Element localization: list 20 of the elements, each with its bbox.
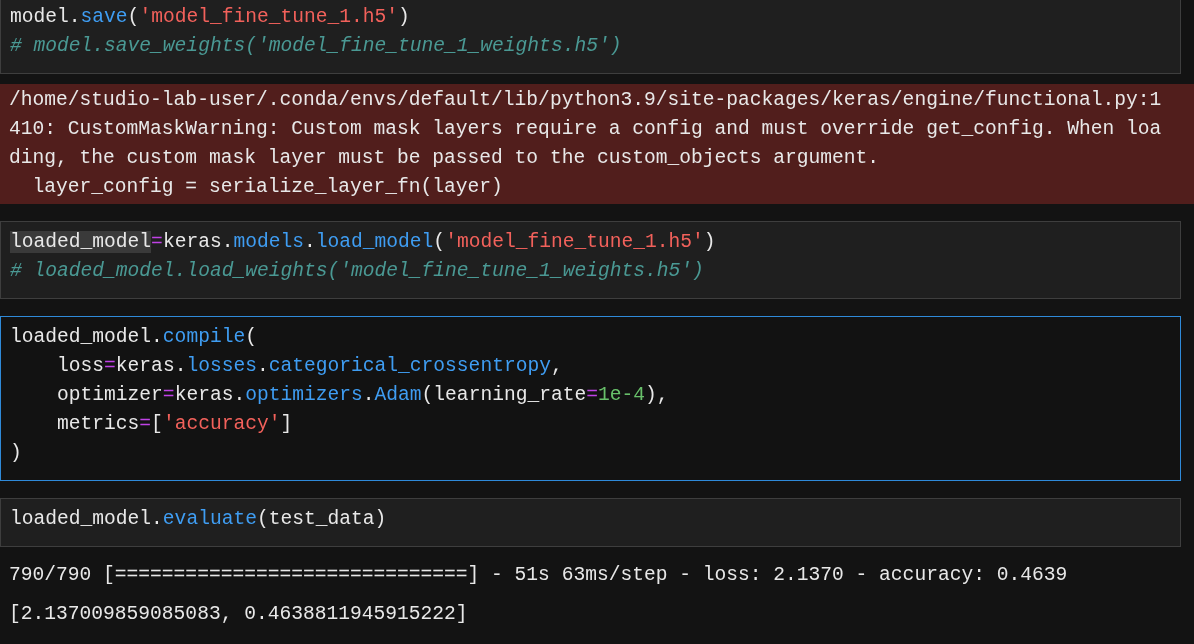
output-line: 410: CustomMaskWarning: Custom mask layers require a config and must override get_config. When loa	[9, 117, 1163, 142]
output-line: layer_config = serialize_layer_fn(layer)	[31, 175, 504, 200]
code-line: loaded_model=keras.models.load_model('model_fine_tune_1.h5')	[10, 230, 717, 255]
code-line: loss=keras.losses.categorical_crossentropy,	[56, 354, 564, 379]
code-line: metrics=['accuracy']	[56, 412, 294, 437]
code-line: loaded_model.compile(	[10, 325, 258, 350]
code-cell[interactable]: model.save('model_fine_tune_1.h5') # model.save_weights('model_fine_tune_1_weights.h5')	[0, 0, 1181, 74]
output-line: 790/790 [==============================] - 51s 63ms/step - loss: 2.1370 - accuracy: 0.4639	[9, 563, 1069, 588]
output-line: ding, the custom mask layer must be passed to the custom_objects argument.	[9, 146, 881, 171]
code-cell[interactable]: loaded_model.compile( loss=keras.losses.categorical_crossentropy, optimizer=keras.optimizers.Adam(learning_rate=1e-4), metrics=['accuracy'] )	[0, 316, 1181, 481]
code-line: )	[10, 441, 23, 466]
code-line: # model.save_weights('model_fine_tune_1_weights.h5')	[10, 34, 623, 59]
code-line: optimizer=keras.optimizers.Adam(learning_rate=1e-4),	[56, 383, 670, 408]
code-line: # loaded_model.load_weights('model_fine_tune_1_weights.h5')	[10, 259, 705, 284]
code-line: loaded_model.evaluate(test_data)	[10, 507, 388, 532]
output-line: [2.137009859085083, 0.4638811945915222]	[9, 602, 469, 627]
code-cell[interactable]: loaded_model.evaluate(test_data)	[0, 498, 1181, 547]
code-cell[interactable]: loaded_model=keras.models.load_model('model_fine_tune_1.h5') # loaded_model.load_weights('model_fine_tune_1_weights.h5')	[0, 221, 1181, 299]
code-line: model.save('model_fine_tune_1.h5')	[10, 5, 411, 30]
output-line: /home/studio-lab-user/.conda/envs/default/lib/python3.9/site-packages/keras/engine/functional.py:1	[9, 88, 1163, 113]
